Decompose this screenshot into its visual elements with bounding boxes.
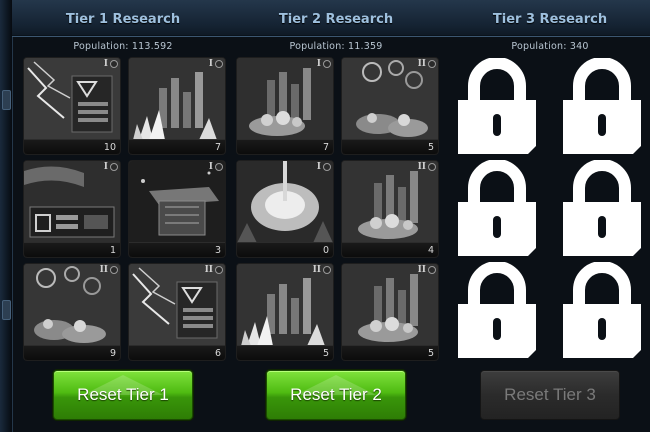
research-count: 6 (214, 348, 221, 359)
research-count: 9 (109, 348, 116, 359)
tier-mark: I (103, 59, 108, 69)
research-count: 5 (427, 142, 434, 153)
tier-2-population: Population: 11.359 (289, 41, 383, 52)
research-tile[interactable]: II 9 (23, 263, 121, 361)
research-tile[interactable]: I 3 (128, 160, 226, 258)
research-count: 5 (322, 348, 329, 359)
tier-3-population: Population: 340 (511, 41, 589, 52)
research-tile[interactable]: II 6 (128, 263, 226, 361)
info-icon[interactable] (215, 266, 223, 274)
research-tile[interactable]: II 5 (341, 57, 439, 155)
tier-mark: I (103, 162, 108, 172)
tier-mark: I (316, 59, 321, 69)
info-icon[interactable] (323, 266, 331, 274)
count-bar (129, 139, 225, 154)
padlock-icon (563, 160, 641, 256)
research-count: 7 (214, 142, 221, 153)
info-icon[interactable] (215, 60, 223, 68)
reset-tier-2-button[interactable]: Reset Tier 2 (266, 370, 406, 420)
tier-mark: II (417, 265, 426, 275)
count-bar (342, 139, 438, 154)
research-tile[interactable]: I 1 (23, 160, 121, 258)
tier-mark: I (316, 162, 321, 172)
count-bar (237, 139, 333, 154)
research-count: 1 (109, 245, 116, 256)
reset-tier-3-label: Reset Tier 3 (504, 385, 596, 404)
research-tile[interactable]: II 4 (341, 160, 439, 258)
count-bar (24, 242, 120, 257)
tier-1-population: Population: 113.592 (73, 41, 173, 52)
research-count: 0 (322, 245, 329, 256)
padlock-icon (458, 160, 536, 256)
research-tile[interactable]: I 0 (236, 160, 334, 258)
research-count: 5 (427, 348, 434, 359)
research-tile[interactable]: II 5 (341, 263, 439, 361)
padlock-icon (458, 262, 536, 358)
info-icon[interactable] (428, 60, 436, 68)
research-count: 10 (103, 142, 116, 153)
reset-tier-3-button[interactable]: Reset Tier 3 (480, 370, 620, 420)
research-tile[interactable]: I 7 (236, 57, 334, 155)
info-icon[interactable] (323, 163, 331, 171)
padlock-icon (563, 58, 641, 154)
research-count: 3 (214, 245, 221, 256)
research-tile[interactable]: II 5 (236, 263, 334, 361)
tier-2-title: Tier 2 Research (278, 12, 394, 27)
reset-tier-1-button[interactable]: Reset Tier 1 (53, 370, 193, 420)
info-icon[interactable] (110, 163, 118, 171)
research-count: 7 (322, 142, 329, 153)
info-icon[interactable] (428, 163, 436, 171)
reset-tier-1-label: Reset Tier 1 (77, 385, 169, 404)
info-icon[interactable] (110, 266, 118, 274)
tier-mark: II (417, 59, 426, 69)
frame-rivet (2, 90, 11, 110)
tier-1-title: Tier 1 Research (65, 12, 181, 27)
info-icon[interactable] (215, 163, 223, 171)
info-icon[interactable] (110, 60, 118, 68)
research-count: 4 (427, 245, 434, 256)
tier-mark: I (208, 59, 213, 69)
info-icon[interactable] (323, 60, 331, 68)
count-bar (237, 242, 333, 257)
count-bar (24, 345, 120, 360)
frame-rivet (2, 300, 11, 320)
info-icon[interactable] (428, 266, 436, 274)
tier-mark: II (312, 265, 321, 275)
count-bar (129, 242, 225, 257)
count-bar (342, 242, 438, 257)
count-bar (342, 345, 438, 360)
count-bar (237, 345, 333, 360)
tier-mark: II (99, 265, 108, 275)
tier-mark: I (208, 162, 213, 172)
padlock-icon (458, 58, 536, 154)
research-tile[interactable]: I 10 (23, 57, 121, 155)
research-tile[interactable]: I 7 (128, 57, 226, 155)
count-bar (129, 345, 225, 360)
tier-3-title: Tier 3 Research (492, 12, 608, 27)
padlock-icon (563, 262, 641, 358)
tier-mark: II (417, 162, 426, 172)
reset-tier-2-label: Reset Tier 2 (290, 385, 382, 404)
tier-mark: II (204, 265, 213, 275)
left-frame (0, 0, 13, 432)
